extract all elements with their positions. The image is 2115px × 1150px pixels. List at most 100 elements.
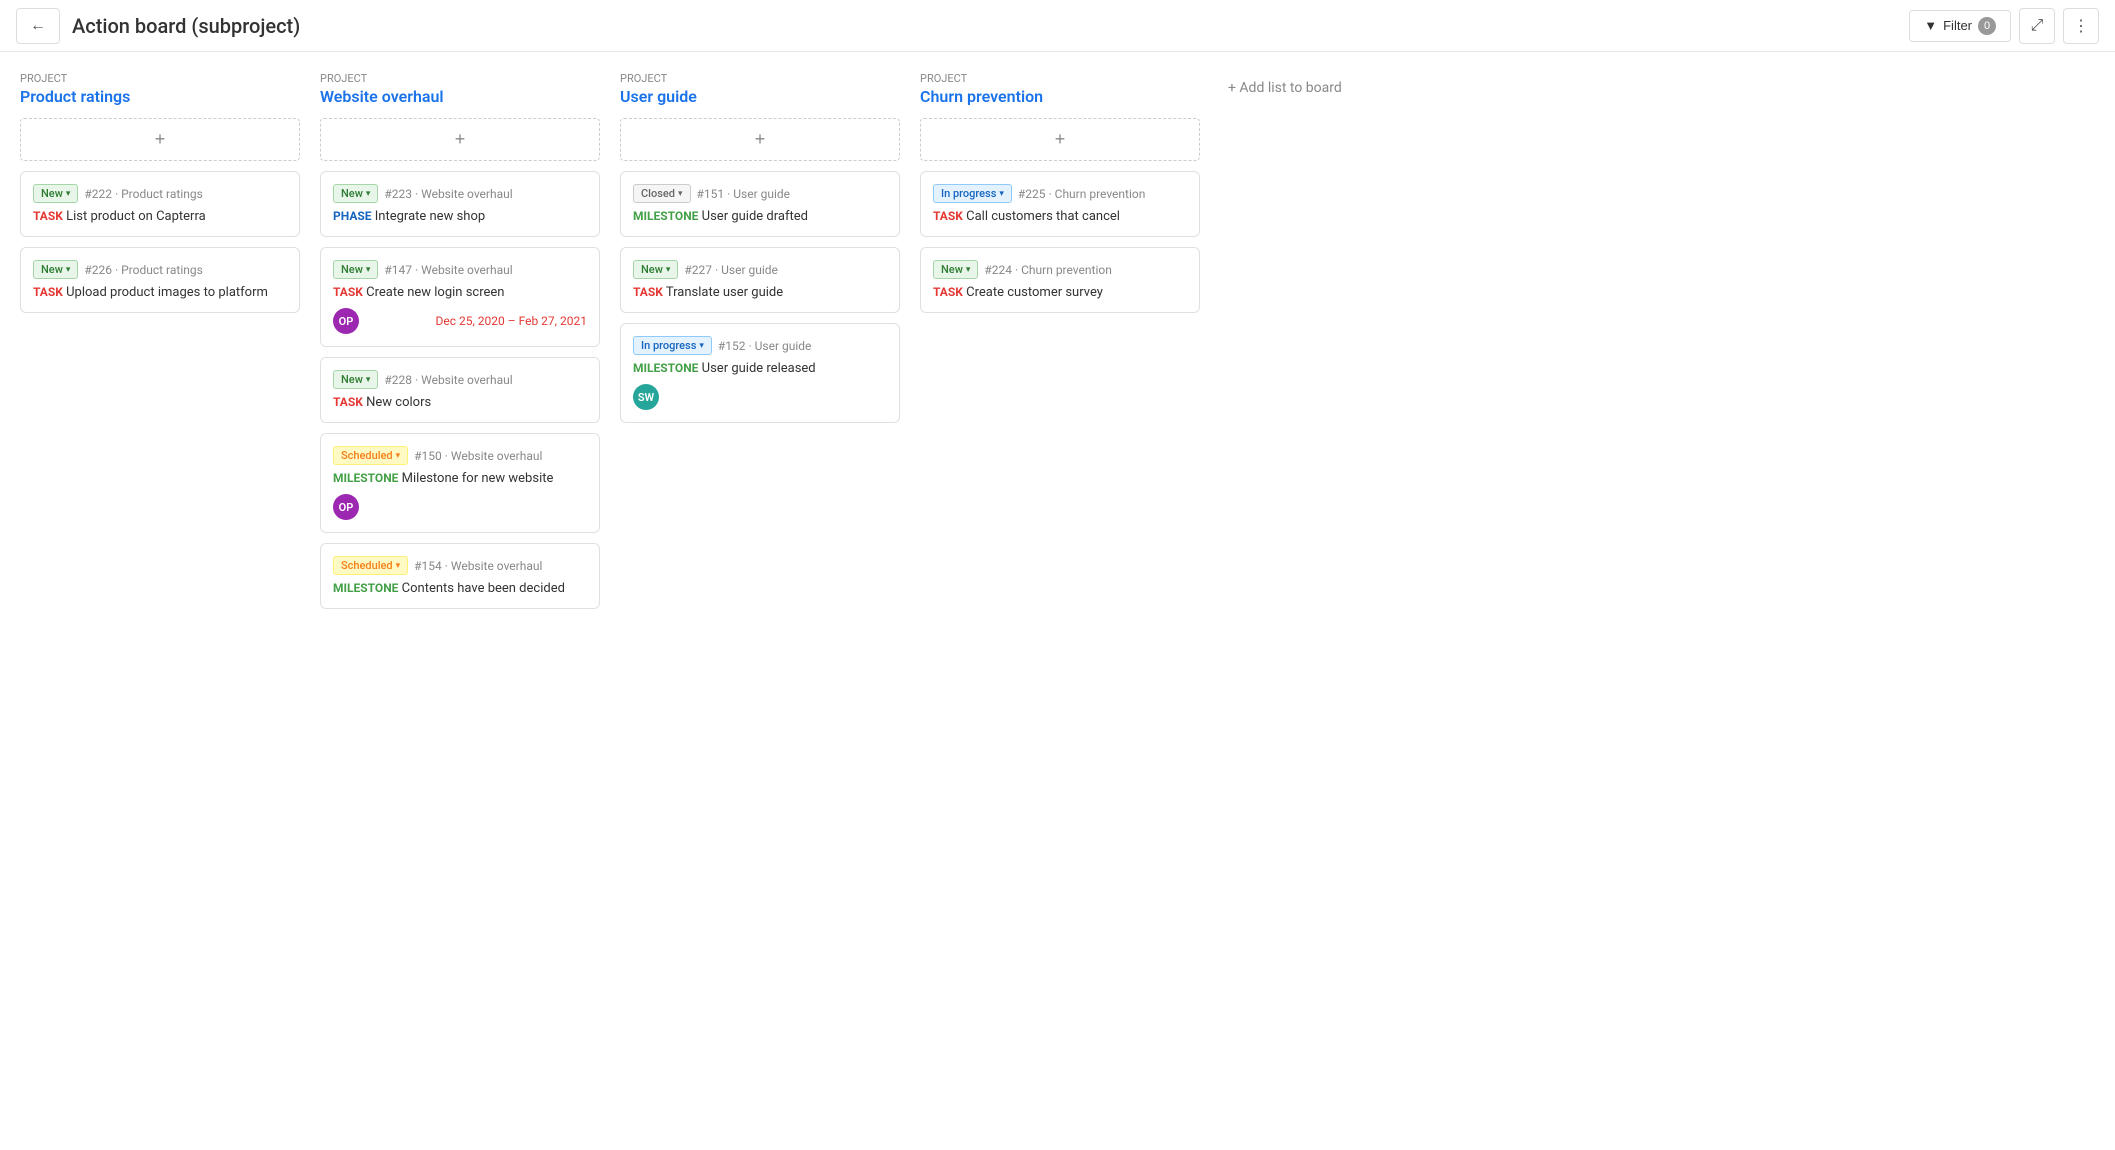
card-card-147[interactable]: New ▾ #147 · Website overhaul TASK Creat… bbox=[320, 247, 600, 347]
column-website-overhaul: Project Website overhaul + New ▾ #223 · … bbox=[320, 72, 600, 619]
date-range: Dec 25, 2020 – Feb 27, 2021 bbox=[435, 314, 587, 328]
expand-button[interactable]: ⤢ bbox=[2019, 8, 2055, 44]
card-title: MILESTONE Contents have been decided bbox=[333, 581, 587, 596]
back-button[interactable]: ← bbox=[16, 8, 60, 44]
page-header: ← Action board (subproject) ▼ Filter 0 ⤢… bbox=[0, 0, 2115, 52]
filter-button[interactable]: ▼ Filter 0 bbox=[1909, 10, 2011, 42]
card-title-text: Contents have been decided bbox=[402, 581, 565, 596]
chevron-icon: ▾ bbox=[966, 265, 971, 275]
card-footer: OP bbox=[333, 494, 587, 520]
column-header: Project Product ratings bbox=[20, 72, 300, 106]
card-title-text: Call customers that cancel bbox=[966, 209, 1120, 224]
status-badge[interactable]: New ▾ bbox=[633, 260, 678, 279]
status-badge[interactable]: New ▾ bbox=[333, 184, 378, 203]
status-badge[interactable]: In progress ▾ bbox=[633, 336, 712, 355]
card-card-151[interactable]: Closed ▾ #151 · User guide MILESTONE Use… bbox=[620, 171, 900, 237]
card-number: #223 · Website overhaul bbox=[384, 187, 512, 201]
status-badge[interactable]: New ▾ bbox=[33, 260, 78, 279]
status-badge[interactable]: New ▾ bbox=[33, 184, 78, 203]
card-card-150[interactable]: Scheduled ▾ #150 · Website overhaul MILE… bbox=[320, 433, 600, 533]
card-number: #152 · User guide bbox=[718, 339, 812, 353]
add-list-button[interactable]: + Add list to board bbox=[1220, 72, 1350, 104]
column-churn-prevention: Project Churn prevention + In progress ▾… bbox=[920, 72, 1200, 323]
status-badge[interactable]: New ▾ bbox=[333, 370, 378, 389]
add-card-button[interactable]: + bbox=[320, 118, 600, 161]
status-badge[interactable]: Closed ▾ bbox=[633, 184, 691, 203]
card-meta: New ▾ #227 · User guide bbox=[633, 260, 887, 279]
card-number: #226 · Product ratings bbox=[84, 263, 202, 277]
status-badge[interactable]: Scheduled ▾ bbox=[333, 556, 408, 575]
card-meta: In progress ▾ #152 · User guide bbox=[633, 336, 887, 355]
card-card-225[interactable]: In progress ▾ #225 · Churn prevention TA… bbox=[920, 171, 1200, 237]
card-meta: New ▾ #147 · Website overhaul bbox=[333, 260, 587, 279]
add-card-button[interactable]: + bbox=[920, 118, 1200, 161]
card-type: MILESTONE bbox=[333, 581, 398, 595]
card-title-text: Create new login screen bbox=[366, 285, 504, 300]
card-title-text: Integrate new shop bbox=[375, 209, 485, 224]
card-type: TASK bbox=[333, 285, 363, 299]
card-meta: New ▾ #222 · Product ratings bbox=[33, 184, 287, 203]
column-header: Project Website overhaul bbox=[320, 72, 600, 106]
avatar: SW bbox=[633, 384, 659, 410]
project-name[interactable]: User guide bbox=[620, 87, 900, 106]
card-card-152[interactable]: In progress ▾ #152 · User guide MILESTON… bbox=[620, 323, 900, 423]
project-label: Project bbox=[20, 72, 300, 85]
status-badge[interactable]: New ▾ bbox=[933, 260, 978, 279]
avatar: OP bbox=[333, 494, 359, 520]
avatar: OP bbox=[333, 308, 359, 334]
card-footer: OP Dec 25, 2020 – Feb 27, 2021 bbox=[333, 308, 587, 334]
chevron-icon: ▾ bbox=[366, 189, 371, 199]
card-title: MILESTONE User guide released bbox=[633, 361, 887, 376]
chevron-icon: ▾ bbox=[366, 265, 371, 275]
card-number: #147 · Website overhaul bbox=[384, 263, 512, 277]
card-title-text: Create customer survey bbox=[966, 285, 1103, 300]
chevron-icon: ▾ bbox=[396, 451, 401, 461]
card-meta: Scheduled ▾ #150 · Website overhaul bbox=[333, 446, 587, 465]
card-card-223[interactable]: New ▾ #223 · Website overhaul PHASE Inte… bbox=[320, 171, 600, 237]
card-number: #224 · Churn prevention bbox=[984, 263, 1111, 277]
status-badge[interactable]: Scheduled ▾ bbox=[333, 446, 408, 465]
card-card-222[interactable]: New ▾ #222 · Product ratings TASK List p… bbox=[20, 171, 300, 237]
card-meta: New ▾ #226 · Product ratings bbox=[33, 260, 287, 279]
add-card-button[interactable]: + bbox=[620, 118, 900, 161]
project-label: Project bbox=[620, 72, 900, 85]
column-user-guide: Project User guide + Closed ▾ #151 · Use… bbox=[620, 72, 900, 433]
card-title-text: New colors bbox=[366, 395, 431, 410]
card-number: #227 · User guide bbox=[684, 263, 778, 277]
project-name[interactable]: Churn prevention bbox=[920, 87, 1200, 106]
card-meta: New ▾ #228 · Website overhaul bbox=[333, 370, 587, 389]
card-meta: Scheduled ▾ #154 · Website overhaul bbox=[333, 556, 587, 575]
card-card-224[interactable]: New ▾ #224 · Churn prevention TASK Creat… bbox=[920, 247, 1200, 313]
card-card-227[interactable]: New ▾ #227 · User guide TASK Translate u… bbox=[620, 247, 900, 313]
card-card-228[interactable]: New ▾ #228 · Website overhaul TASK New c… bbox=[320, 357, 600, 423]
more-button[interactable]: ⋮ bbox=[2063, 8, 2099, 44]
card-type: TASK bbox=[333, 395, 363, 409]
status-badge[interactable]: New ▾ bbox=[333, 260, 378, 279]
chevron-icon: ▾ bbox=[678, 189, 683, 199]
column-header: Project User guide bbox=[620, 72, 900, 106]
project-name[interactable]: Product ratings bbox=[20, 87, 300, 106]
card-card-154[interactable]: Scheduled ▾ #154 · Website overhaul MILE… bbox=[320, 543, 600, 609]
card-number: #222 · Product ratings bbox=[84, 187, 202, 201]
card-meta: New ▾ #224 · Churn prevention bbox=[933, 260, 1187, 279]
chevron-icon: ▾ bbox=[66, 189, 71, 199]
card-title-text: User guide drafted bbox=[702, 209, 808, 224]
chevron-icon: ▾ bbox=[999, 189, 1004, 199]
project-label: Project bbox=[320, 72, 600, 85]
add-card-button[interactable]: + bbox=[20, 118, 300, 161]
card-footer: SW bbox=[633, 384, 887, 410]
filter-icon: ▼ bbox=[1924, 18, 1937, 33]
card-title-text: Milestone for new website bbox=[402, 471, 554, 486]
card-card-226[interactable]: New ▾ #226 · Product ratings TASK Upload… bbox=[20, 247, 300, 313]
card-title: TASK Upload product images to platform bbox=[33, 285, 287, 300]
card-title: TASK Call customers that cancel bbox=[933, 209, 1187, 224]
card-title: TASK Translate user guide bbox=[633, 285, 887, 300]
project-name[interactable]: Website overhaul bbox=[320, 87, 600, 106]
card-title: TASK Create new login screen bbox=[333, 285, 587, 300]
card-type: TASK bbox=[33, 209, 63, 223]
card-meta: In progress ▾ #225 · Churn prevention bbox=[933, 184, 1187, 203]
card-type: TASK bbox=[633, 285, 663, 299]
status-badge[interactable]: In progress ▾ bbox=[933, 184, 1012, 203]
card-type: PHASE bbox=[333, 209, 372, 223]
filter-label: Filter bbox=[1943, 18, 1972, 33]
